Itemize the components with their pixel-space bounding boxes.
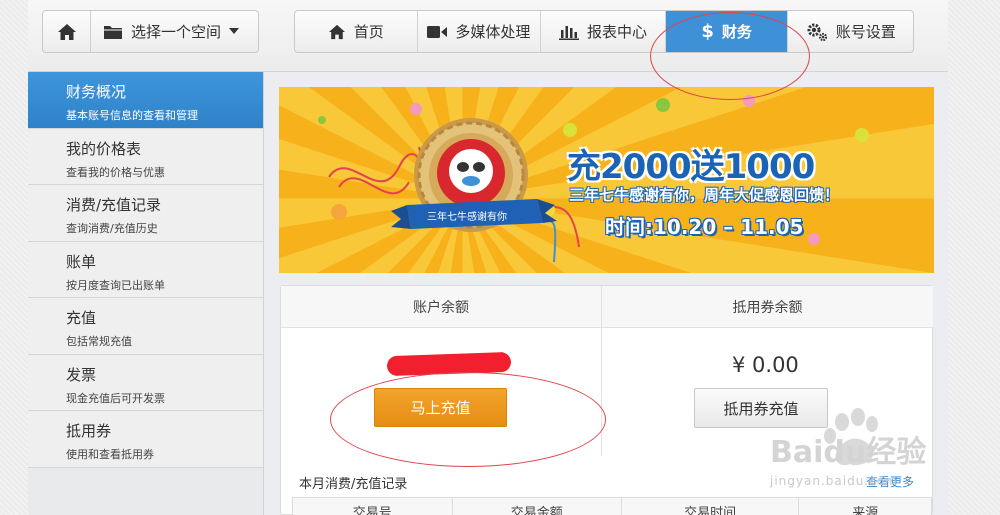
sidebar-item-bills[interactable]: 账单 按月度查询已出账单 (28, 241, 263, 298)
sidebar-item-subtitle: 现金充值后可开发票 (66, 391, 165, 405)
space-select-label: 选择一个空间 (131, 23, 222, 41)
tab-account-settings-label: 账号设置 (835, 23, 896, 41)
bar-chart-icon (558, 26, 579, 40)
sidebar-item-recharge[interactable]: 充值 包括常规充值 (28, 298, 263, 355)
tab-media-processing[interactable]: 多媒体处理 (418, 11, 542, 52)
promo-banner[interactable]: 三年七牛感谢有你 充2000送1000 三年七牛感谢有你，周年大促感恩回馈！ 时… (279, 87, 934, 273)
voucher-balance-value: ¥ 0.00 (732, 353, 799, 377)
sidebar-item-subtitle: 基本账号信息的查看和管理 (66, 109, 198, 122)
banner-subline: 三年七牛感谢有你，周年大促感恩回馈！ (569, 186, 840, 204)
sidebar-item-subtitle: 包括常规充值 (66, 335, 132, 348)
sidebar-item-title: 抵用券 (66, 422, 112, 440)
tab-home[interactable]: 首页 (295, 11, 418, 52)
folder-icon (104, 26, 122, 39)
sidebar-item-title: 账单 (66, 252, 97, 271)
home-icon (328, 24, 345, 39)
gears-icon (807, 23, 827, 41)
ribbon-text: 三年七牛感谢有你 (427, 210, 507, 223)
main-nav-tabs: 首页 多媒体处理 报表中心 $ 财务 账号设置 (294, 10, 914, 53)
page-margin-left (0, 0, 28, 515)
sidebar-item-finance-overview[interactable]: 财务概况 基本账号信息的查看和管理 (28, 72, 263, 129)
caret-down-icon (229, 28, 240, 34)
sidebar-item-subtitle: 查询消费/充值历史 (66, 222, 158, 235)
page-margin-right (948, 0, 1000, 515)
records-title: 本月消费/充值记录 (299, 477, 408, 492)
sidebar-item-price-list[interactable]: 我的价格表 查看我的价格与优惠 (28, 128, 263, 185)
tab-report-center[interactable]: 报表中心 (541, 11, 666, 52)
sidebar-item-title: 发票 (66, 365, 97, 384)
sidebar-item-consumption-records[interactable]: 消费/充值记录 查询消费/充值历史 (28, 185, 263, 242)
watermark-url: jingyan.baidu.com (770, 474, 898, 488)
tab-media-processing-label: 多媒体处理 (455, 23, 531, 41)
watermark-brand: Baidu经验 (770, 435, 926, 470)
space-selector-group: 选择一个空间 (42, 10, 259, 53)
annotation-circle-recharge-button (330, 372, 606, 467)
sidebar-item-title: 我的价格表 (66, 139, 142, 158)
tab-report-center-label: 报表中心 (586, 23, 647, 41)
sidebar-item-title: 财务概况 (66, 83, 127, 101)
annotation-circle-finance-tab (650, 12, 810, 100)
sidebar-item-subtitle: 使用和查看抵用券 (66, 448, 154, 461)
baidu-jingyan-watermark: Baidu经验 (770, 408, 926, 470)
video-camera-icon (427, 25, 448, 38)
space-home-button[interactable] (43, 11, 91, 52)
banner-headline: 充2000送1000 (567, 147, 815, 187)
banner-date-range: 时间:10.20 – 11.05 (605, 215, 804, 239)
sidebar-item-title: 消费/充值记录 (66, 196, 162, 214)
tab-home-label: 首页 (353, 23, 384, 41)
sidebar-item-vouchers[interactable]: 抵用券 使用和查看抵用券 (28, 411, 263, 468)
sidebar-item-invoice[interactable]: 发票 现金充值后可开发票 (28, 354, 263, 411)
finance-sidebar: 财务概况 基本账号信息的查看和管理 我的价格表 查看我的价格与优惠 消费/充值记… (28, 72, 264, 515)
account-balance-header: 账户余额 (281, 286, 601, 328)
sidebar-item-subtitle: 按月度查询已出账单 (66, 278, 165, 292)
voucher-balance-header: 抵用券余额 (602, 286, 933, 328)
column-header-transaction-id: 交易号 (293, 498, 453, 515)
column-header-amount: 交易金额 (453, 498, 622, 515)
home-icon (57, 23, 76, 40)
sidebar-item-title: 充值 (66, 309, 97, 327)
sidebar-item-subtitle: 查看我的价格与优惠 (66, 165, 165, 179)
space-select-dropdown[interactable]: 选择一个空间 (91, 11, 258, 52)
